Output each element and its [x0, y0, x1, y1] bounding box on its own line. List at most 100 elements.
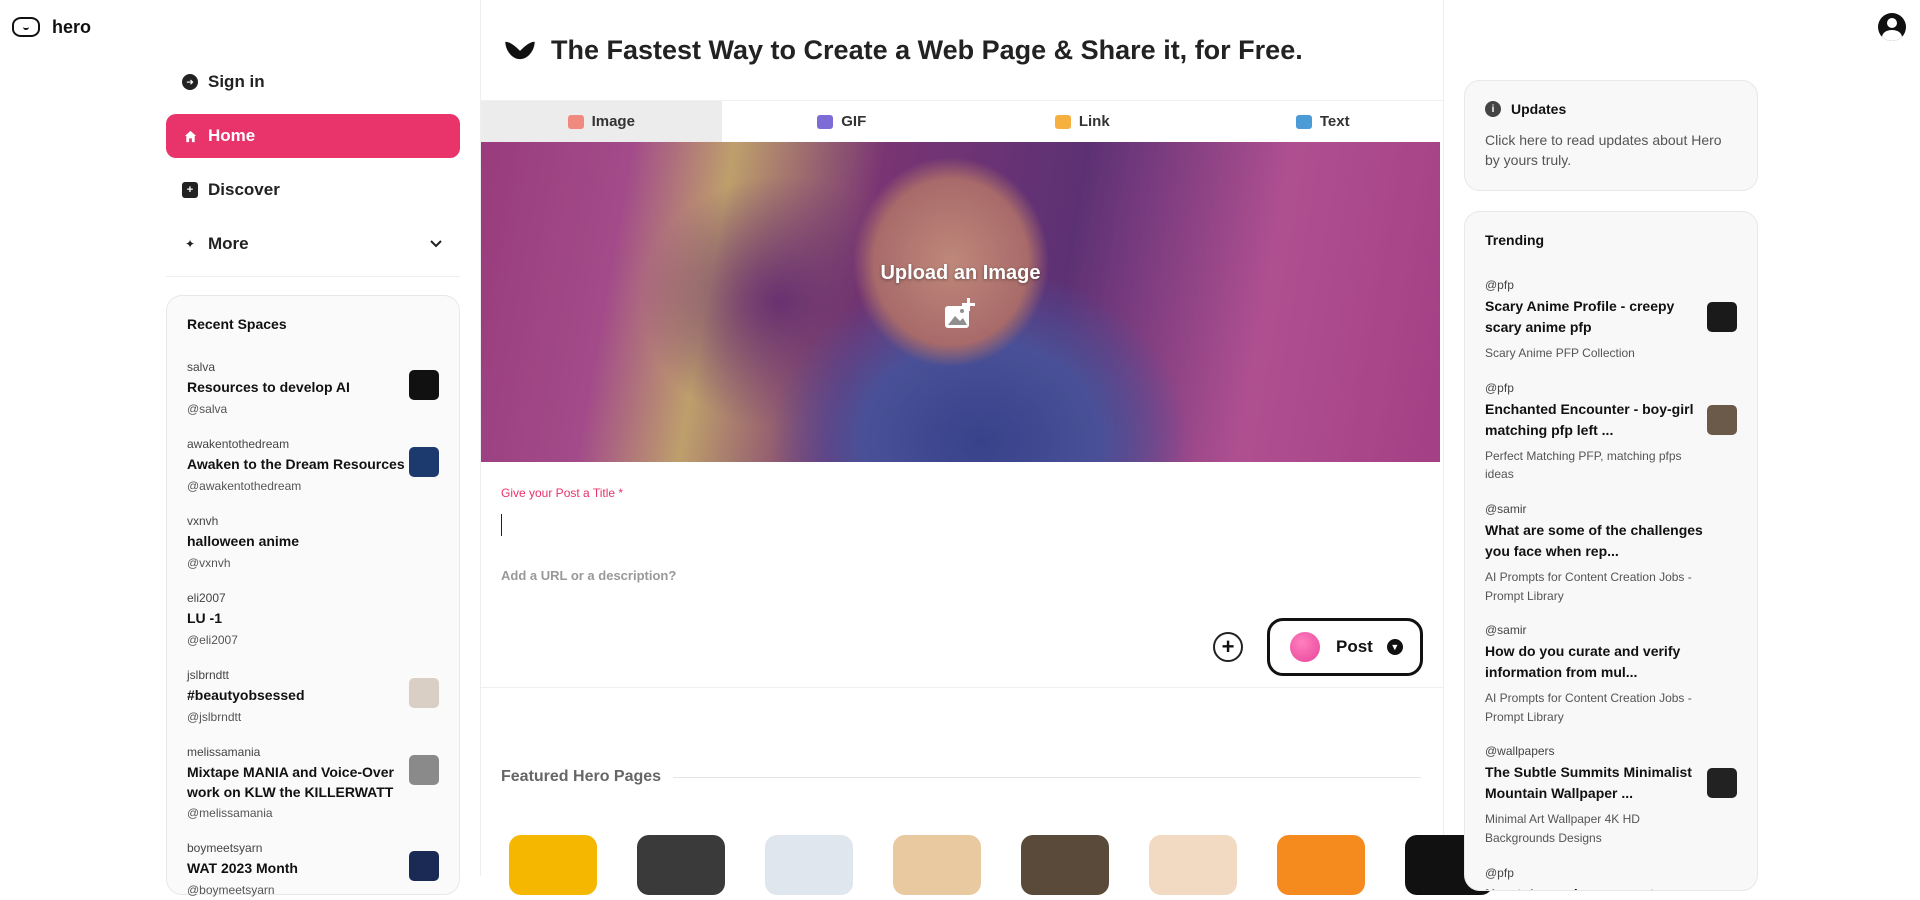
- hero-bird-icon: [505, 41, 535, 60]
- trending-tag: @pfp: [1485, 278, 1514, 293]
- space-title: #beautyobsessed: [187, 687, 305, 703]
- featured-title: Featured Hero Pages: [501, 768, 662, 785]
- nav-home[interactable]: Home: [166, 114, 460, 158]
- hero-logo-icon[interactable]: [12, 17, 40, 37]
- featured-page-card[interactable]: [509, 835, 597, 895]
- recent-spaces-title: Recent Spaces: [187, 316, 287, 332]
- post-button[interactable]: Post ▼: [1267, 618, 1423, 676]
- info-icon: i: [1485, 101, 1501, 117]
- post-title-input[interactable]: [501, 514, 1401, 536]
- trending-item[interactable]: @pfp Enchanted Encounter - boy-girl match…: [1485, 381, 1737, 484]
- trending-title: Scary Anime Profile - creepy scary anime…: [1485, 298, 1675, 336]
- space-user: awakentothedream: [187, 437, 290, 451]
- featured-page-card[interactable]: [1149, 835, 1237, 895]
- description-input[interactable]: Add a URL or a description?: [501, 568, 1423, 583]
- trending-tag: @pfp: [1485, 865, 1514, 880]
- space-title: halloween anime: [187, 533, 300, 549]
- upload-label: Upload an Image: [880, 262, 1041, 284]
- trending-subtitle: Scary Anime PFP Collection: [1485, 346, 1635, 361]
- space-thumbnail: [409, 755, 439, 785]
- chevron-down-icon: [430, 235, 442, 251]
- post-label: Post: [1336, 637, 1373, 656]
- page-title: The Fastest Way to Create a Web Page & S…: [551, 34, 1303, 65]
- featured-page-card[interactable]: [1021, 835, 1109, 895]
- space-thumbnail: [409, 370, 439, 400]
- space-title: Mixtape MANIA and Voice-Over work on KLW…: [187, 764, 394, 800]
- gif-tab-icon: [817, 114, 834, 129]
- trending-tag: @wallpapers: [1485, 744, 1555, 759]
- trending-item[interactable]: @pfp Naruto's somber moment -: [1485, 865, 1737, 891]
- account-avatar-icon[interactable]: [1878, 13, 1906, 41]
- home-icon: [182, 128, 198, 144]
- tab-text[interactable]: Text: [1203, 101, 1444, 142]
- updates-title: Updates: [1511, 101, 1567, 117]
- recent-space-item[interactable]: melissamania Mixtape MANIA and Voice-Over…: [187, 745, 439, 823]
- space-handle: @boymeetsyarn: [187, 882, 275, 897]
- featured-page-card[interactable]: [637, 835, 725, 895]
- space-user: jslbrndtt: [187, 668, 230, 682]
- tab-image[interactable]: Image: [481, 101, 722, 142]
- nav-label: Sign in: [208, 72, 265, 91]
- space-title: Awaken to the Dream Resources: [187, 456, 405, 472]
- post-type-tabs: Image GIF Link Text: [481, 100, 1443, 142]
- recent-space-item[interactable]: boymeetsyarn WAT 2023 Month @boymeetsyarn: [187, 841, 439, 900]
- recent-space-item[interactable]: awakentothedream Awaken to the Dream Reso…: [187, 437, 439, 496]
- chevron-down-icon: ▼: [1386, 639, 1403, 655]
- nav-more[interactable]: ✦ More: [166, 222, 460, 266]
- space-title: LU -1: [187, 610, 222, 626]
- recent-space-item[interactable]: vxnvh halloween anime @vxnvh: [187, 514, 439, 573]
- tab-gif[interactable]: GIF: [722, 101, 963, 142]
- sidebar-divider: [166, 276, 460, 277]
- trending-title: How do you curate and verify information…: [1485, 643, 1681, 681]
- add-content-button[interactable]: +: [1213, 632, 1243, 662]
- left-sidebar: ➜ Sign in Home + Discover ✦ More Recent …: [166, 60, 460, 897]
- trending-title: Naruto's somber moment -: [1485, 884, 1703, 891]
- trending-thumbnail: [1707, 404, 1737, 435]
- trending-tag: @pfp: [1485, 380, 1514, 395]
- updates-card[interactable]: i Updates Click here to read updates abo…: [1464, 80, 1758, 192]
- updates-text: Click here to read updates about Hero by…: [1485, 132, 1722, 168]
- trending-tag: @samir: [1485, 623, 1527, 638]
- space-user: boymeetsyarn: [187, 841, 263, 855]
- space-thumbnail: [409, 447, 439, 477]
- space-thumbnail: [409, 678, 439, 708]
- tab-label: Text: [1319, 113, 1350, 130]
- recent-space-item[interactable]: salva Resources to develop AI @salva: [187, 360, 439, 419]
- top-bar: hero: [0, 0, 91, 54]
- image-tab-icon: [567, 114, 584, 129]
- trending-list: @pfp Scary Anime Profile - creepy scary a…: [1485, 278, 1737, 891]
- post-color-dot: [1290, 632, 1320, 662]
- tab-link[interactable]: Link: [962, 101, 1203, 142]
- nav-discover[interactable]: + Discover: [166, 168, 460, 212]
- trending-item[interactable]: @samir What are some of the challenges yo…: [1485, 502, 1737, 605]
- trending-title: The Subtle Summits Minimalist Mountain W…: [1485, 764, 1692, 802]
- sparkle-icon: ✦: [184, 237, 196, 251]
- nav-sign-in[interactable]: ➜ Sign in: [166, 60, 460, 104]
- featured-page-card[interactable]: [1277, 835, 1365, 895]
- trending-item[interactable]: @pfp Scary Anime Profile - creepy scary a…: [1485, 278, 1737, 363]
- featured-page-card[interactable]: [893, 835, 981, 895]
- nav-label: Discover: [208, 180, 280, 199]
- recent-space-item[interactable]: jslbrndtt #beautyobsessed @jslbrndtt: [187, 668, 439, 727]
- trending-item[interactable]: @samir How do you curate and verify infor…: [1485, 623, 1737, 726]
- title-label: Give your Post a Title *: [501, 486, 624, 500]
- nav-label: Home: [208, 126, 256, 145]
- tab-label: GIF: [841, 113, 867, 130]
- add-image-icon[interactable]: [943, 297, 977, 331]
- featured-page-card[interactable]: [765, 835, 853, 895]
- space-user: melissamania: [187, 745, 261, 759]
- space-handle: @eli2007: [187, 632, 238, 647]
- space-handle: @awakentothedream: [187, 478, 302, 493]
- trending-panel: Trending @pfp Scary Anime Profile - creep…: [1464, 211, 1758, 892]
- recent-space-item[interactable]: eli2007 LU -1 @eli2007: [187, 591, 439, 650]
- trending-item[interactable]: @wallpapers The Subtle Summits Minimalist…: [1485, 744, 1737, 847]
- trending-thumbnail: [1707, 302, 1737, 333]
- text-tab-icon: [1295, 114, 1312, 129]
- brand-name[interactable]: hero: [52, 17, 91, 38]
- space-handle: @vxnvh: [187, 555, 231, 570]
- space-handle: @jslbrndtt: [187, 709, 242, 724]
- trending-subtitle: Minimal Art Wallpaper 4K HD Backgrounds …: [1485, 812, 1640, 845]
- recent-spaces-list: salva Resources to develop AI @salva awaken…: [187, 360, 439, 900]
- discover-icon: +: [182, 182, 198, 198]
- image-upload-area[interactable]: Upload an Image: [481, 142, 1440, 462]
